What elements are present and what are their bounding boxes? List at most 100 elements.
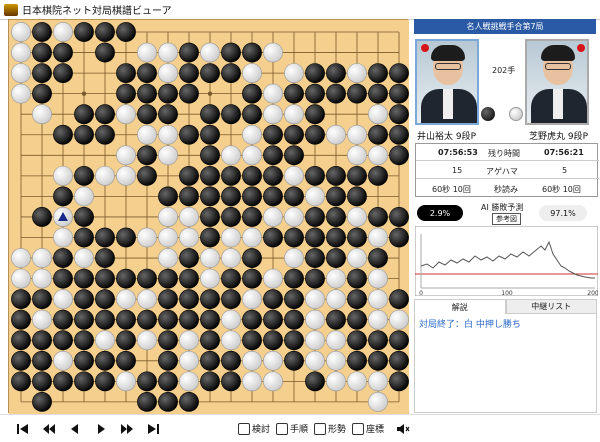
- black-stone: [284, 83, 304, 104]
- black-stone: [95, 371, 115, 392]
- black-stone: [116, 83, 136, 104]
- white-stone: [368, 289, 388, 310]
- black-stone: [305, 104, 325, 125]
- white-stone: [242, 63, 262, 84]
- black-stone: [158, 309, 178, 330]
- speaker-mute-icon[interactable]: [394, 420, 412, 438]
- previous-icon[interactable]: [66, 420, 84, 438]
- tool-sequence-button[interactable]: 手順: [276, 422, 308, 435]
- white-stone: [32, 104, 52, 125]
- bottom-toolbar: 検討 手順 形勢 座標: [0, 414, 600, 442]
- tab-relay-list[interactable]: 中継リスト: [505, 299, 597, 314]
- white-stone: [284, 63, 304, 84]
- move-count: 202手: [492, 66, 516, 75]
- white-stone: [74, 248, 94, 268]
- black-stone: [116, 350, 136, 371]
- white-stone: [158, 124, 178, 145]
- black-stone: [200, 145, 220, 166]
- black-stone: [263, 289, 283, 310]
- black-stone: [116, 22, 136, 42]
- black-stone: [368, 83, 388, 104]
- tabs: 解説 中継リスト: [414, 299, 597, 314]
- white-stone: [158, 207, 178, 227]
- tool-coordinate-button[interactable]: 座標: [352, 422, 384, 435]
- last-move-icon[interactable]: [144, 420, 162, 438]
- white-stone: [263, 83, 283, 104]
- fast-forward-icon[interactable]: [118, 420, 136, 438]
- tool-position-button[interactable]: 形勢: [314, 422, 346, 435]
- tool-label: 座標: [366, 425, 385, 435]
- white-stone: [158, 42, 178, 63]
- white-stone: [53, 22, 73, 42]
- black-stone: [95, 289, 115, 310]
- black-stone: [74, 350, 94, 371]
- sequence-icon: [276, 422, 289, 435]
- black-stone: [284, 268, 304, 289]
- tool-label: 検討: [252, 425, 271, 435]
- black-stone: [389, 104, 409, 125]
- black-stone: [11, 309, 31, 330]
- black-win-rate: 2.9%: [417, 205, 463, 221]
- white-stone: [368, 268, 388, 289]
- black-stone: [284, 289, 304, 310]
- white-stone: [284, 165, 304, 186]
- star-point: [81, 91, 87, 96]
- white-stone: [242, 350, 262, 371]
- black-stone: [116, 309, 136, 330]
- white-stone: [116, 289, 136, 310]
- black-stone: [326, 83, 346, 104]
- board-svg[interactable]: [9, 20, 409, 414]
- black-stone: [116, 330, 136, 351]
- black-stone: [95, 268, 115, 289]
- black-stone: [74, 330, 94, 351]
- white-stone: [74, 186, 94, 207]
- black-stone: [95, 104, 115, 125]
- black-stone: [305, 268, 325, 289]
- black-stone: [368, 124, 388, 145]
- black-stone: [74, 124, 94, 145]
- next-icon[interactable]: [92, 420, 110, 438]
- white-stone: [32, 309, 52, 330]
- black-stone: [179, 391, 199, 412]
- tool-label: 手順: [290, 425, 309, 435]
- black-stone: [32, 289, 52, 310]
- white-stone: [242, 289, 262, 310]
- black-stone: [221, 63, 241, 84]
- white-stone: [179, 227, 199, 248]
- white-stone: [221, 227, 241, 248]
- black-stone: [137, 83, 157, 104]
- black-stone: [74, 309, 94, 330]
- black-stone: [200, 165, 220, 186]
- go-board[interactable]: [8, 19, 409, 414]
- black-stone: [305, 165, 325, 186]
- white-stone: [158, 63, 178, 84]
- study-icon: [238, 422, 250, 435]
- white-stone: [137, 289, 157, 310]
- white-stone: [263, 42, 283, 63]
- white-stone: [116, 104, 136, 125]
- white-stone: [368, 371, 388, 392]
- black-stone: [242, 248, 262, 268]
- rewind-icon[interactable]: [40, 420, 58, 438]
- tool-study-button[interactable]: 検討: [238, 422, 270, 435]
- black-stone: [200, 289, 220, 310]
- black-stone: [389, 289, 409, 310]
- black-stone: [74, 371, 94, 392]
- black-stone: [389, 330, 409, 351]
- black-stone: [116, 268, 136, 289]
- reference-button[interactable]: 参考図: [492, 213, 521, 225]
- black-stone: [179, 63, 199, 84]
- white-stone-icon: [509, 107, 523, 121]
- black-stone: [263, 165, 283, 186]
- white-stone: [179, 371, 199, 392]
- white-stone: [284, 104, 304, 125]
- first-move-icon[interactable]: [14, 420, 32, 438]
- tab-commentary[interactable]: 解説: [414, 299, 506, 314]
- black-stone: [305, 248, 325, 268]
- white-stone: [305, 330, 325, 351]
- black-stone: [263, 186, 283, 207]
- black-stone: [179, 309, 199, 330]
- black-stone: [242, 309, 262, 330]
- black-stone: [221, 186, 241, 207]
- black-stone: [53, 124, 73, 145]
